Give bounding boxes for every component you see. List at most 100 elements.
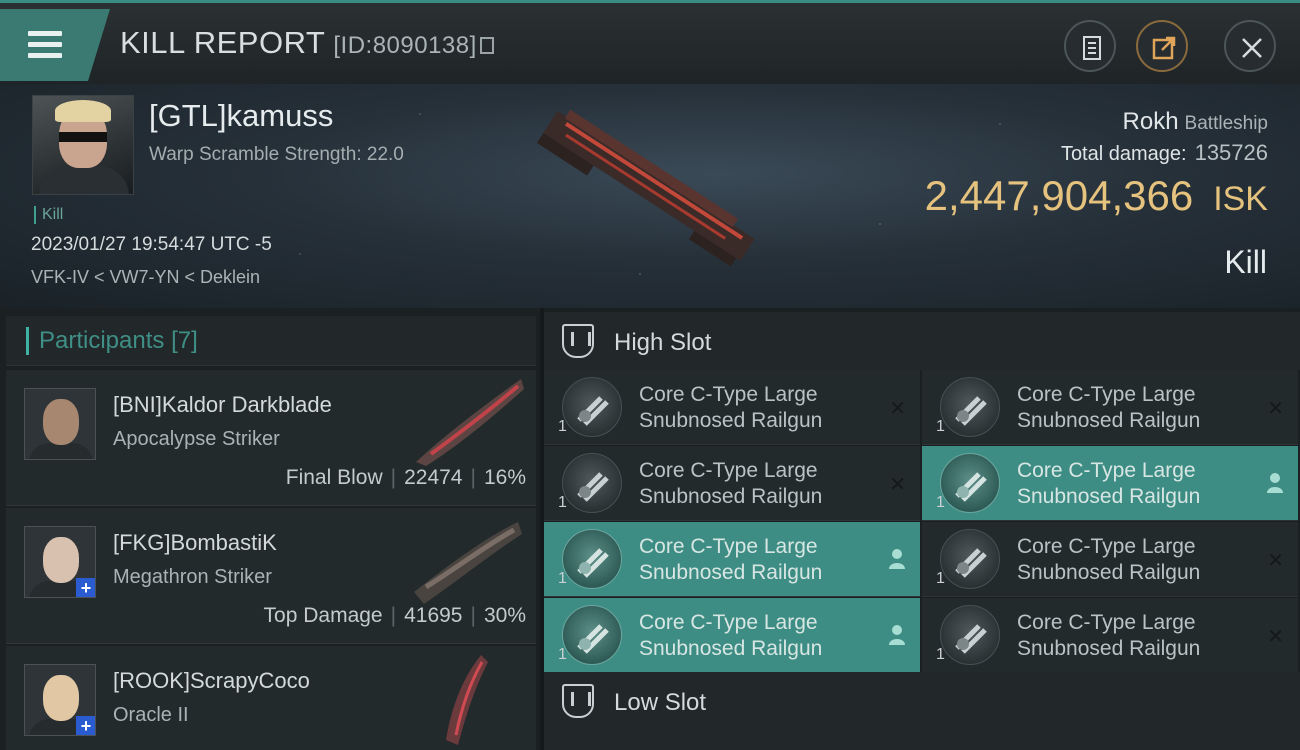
document-button[interactable] — [1064, 20, 1116, 72]
high-slot-header: High Slot — [544, 312, 1300, 370]
participant-ship-image — [416, 379, 524, 466]
document-icon — [1083, 36, 1101, 60]
avatar-head — [43, 537, 79, 583]
stat-separator: | — [390, 604, 397, 627]
module-name: Core C-Type Large Snubnosed Railgun — [639, 534, 822, 586]
module-name: Core C-Type Large Snubnosed Railgun — [1017, 610, 1200, 662]
victim-ship: Rokh Battleship — [1123, 108, 1268, 136]
module-name: Core C-Type Large Snubnosed Railgun — [639, 610, 822, 662]
module-quantity: 1 — [558, 418, 567, 435]
avatar[interactable]: + — [24, 664, 96, 736]
avatar-head — [43, 399, 79, 445]
participant-name[interactable]: [FKG]BombastiK — [113, 530, 277, 556]
participant-ship-image — [446, 655, 488, 745]
module-slot[interactable]: 1 Core C-Type Large Snubnosed Railgun ✕ — [922, 370, 1298, 445]
module-quantity: 1 — [936, 646, 945, 663]
module-name-line2: Snubnosed Railgun — [639, 485, 823, 508]
participants-panel: Participants [7] [BNI]Kaldor Darkblade A… — [0, 308, 540, 750]
page-title: KILL REPORT [ID:8090138] — [120, 25, 494, 61]
close-button[interactable] — [1224, 20, 1276, 72]
module-name-line1: Core C-Type Large — [1017, 535, 1196, 558]
isk-value: 2,447,904,366 ISK — [925, 172, 1268, 220]
avatar[interactable] — [24, 388, 96, 460]
railgun-icon — [940, 605, 1000, 665]
participants-count: [7] — [171, 327, 198, 354]
stat-percent: 16% — [483, 466, 526, 489]
ship-name[interactable]: Rokh — [1123, 108, 1179, 135]
kill-report-screen: KILL REPORT [ID:8090138] [GTL]kamuss War… — [0, 0, 1300, 750]
kill-datetime: 2023/01/27 19:54:47 UTC -5 — [31, 234, 272, 255]
module-slot[interactable]: 1 Core C-Type Large Snubnosed Railgun ✕ — [544, 370, 920, 445]
participant-row[interactable]: [BNI]Kaldor Darkblade Apocalypse Striker… — [6, 370, 536, 506]
low-slot-header: Low Slot — [544, 672, 1300, 730]
module-name-line1: Core C-Type Large — [639, 535, 818, 558]
railgun-icon — [562, 529, 622, 589]
module-name: Core C-Type Large Snubnosed Railgun — [639, 382, 822, 434]
hamburger-icon-bar — [28, 42, 62, 47]
module-name-line1: Core C-Type Large — [1017, 383, 1196, 406]
victim-ship-image[interactable] — [530, 104, 770, 274]
participant-ship: Apocalypse Striker — [113, 428, 280, 450]
copy-icon[interactable] — [479, 37, 494, 54]
module-slot[interactable]: 1 Core C-Type Large Snubnosed Railgun — [544, 598, 920, 673]
module-name-line2: Snubnosed Railgun — [1017, 409, 1201, 432]
x-icon: ✕ — [889, 474, 906, 496]
low-slot-label: Low Slot — [614, 689, 707, 716]
module-slot[interactable]: 1 Core C-Type Large Snubnosed Railgun — [544, 522, 920, 597]
module-quantity: 1 — [936, 418, 945, 435]
module-name-line2: Snubnosed Railgun — [1017, 637, 1201, 660]
avatar-body — [29, 443, 93, 459]
stat-percent: 30% — [483, 604, 526, 627]
stat-separator: | — [470, 604, 476, 627]
module-name: Core C-Type Large Snubnosed Railgun — [639, 458, 822, 510]
stat-separator: | — [390, 466, 397, 489]
railgun-icon — [562, 605, 622, 665]
stat-label: Top Damage — [263, 604, 383, 627]
share-icon — [1152, 36, 1176, 60]
railgun-icon — [940, 453, 1000, 513]
module-name: Core C-Type Large Snubnosed Railgun — [1017, 382, 1200, 434]
participant-name[interactable]: [BNI]Kaldor Darkblade — [113, 392, 332, 418]
victim-name[interactable]: [GTL]kamuss — [149, 98, 333, 134]
report-id: [ID:8090138] — [333, 32, 477, 59]
module-slot[interactable]: 1 Core C-Type Large Snubnosed Railgun ✕ — [544, 446, 920, 521]
module-slot[interactable]: 1 Core C-Type Large Snubnosed Railgun ✕ — [922, 598, 1298, 673]
victim-portrait[interactable] — [32, 95, 134, 195]
avatar[interactable]: + — [24, 526, 96, 598]
module-quantity: 1 — [936, 570, 945, 587]
stat-separator: | — [470, 466, 476, 489]
low-slot-list — [544, 728, 1300, 750]
participant-name[interactable]: [ROOK]ScrapyCoco — [113, 668, 310, 694]
person-icon — [888, 548, 906, 576]
kill-tag: Kill — [34, 206, 63, 224]
railgun-icon — [562, 453, 622, 513]
high-slot-icon — [562, 324, 594, 358]
title-text: KILL REPORT — [120, 25, 326, 60]
module-name-line2: Snubnosed Railgun — [639, 409, 823, 432]
railgun-icon — [562, 377, 622, 437]
result-label: Kill — [1224, 244, 1267, 280]
module-name-line1: Core C-Type Large — [639, 611, 818, 634]
isk-unit: ISK — [1213, 180, 1268, 218]
person-icon — [1266, 472, 1284, 500]
module-quantity: 1 — [936, 494, 945, 511]
participant-stats: Top Damage | 41695 | 30% — [264, 604, 526, 628]
module-slot[interactable]: 1 Core C-Type Large Snubnosed Railgun ✕ — [922, 522, 1298, 597]
x-icon: ✕ — [1267, 626, 1284, 648]
hamburger-icon-bar — [28, 53, 62, 58]
x-icon: ✕ — [1267, 398, 1284, 420]
menu-button[interactable] — [0, 9, 110, 81]
railgun-icon — [940, 377, 1000, 437]
avatar-head — [43, 675, 79, 721]
participant-row[interactable]: + [ROOK]ScrapyCoco Oracle II — [6, 646, 536, 750]
module-slot[interactable]: 1 Core C-Type Large Snubnosed Railgun — [922, 446, 1298, 521]
participant-ship-image — [414, 522, 522, 604]
participant-row[interactable]: + [FKG]BombastiK Megathron Striker Top D… — [6, 508, 536, 644]
share-button[interactable] — [1136, 20, 1188, 72]
railgun-icon — [940, 529, 1000, 589]
stat-damage: 41695 — [404, 604, 463, 627]
module-name-line2: Snubnosed Railgun — [639, 561, 823, 584]
fitting-panel: High Slot 1 Core C-Type Large Snubnosed R… — [544, 308, 1300, 750]
total-damage: Total damage: 135726 — [1061, 140, 1268, 166]
stat-damage: 22474 — [404, 466, 463, 489]
